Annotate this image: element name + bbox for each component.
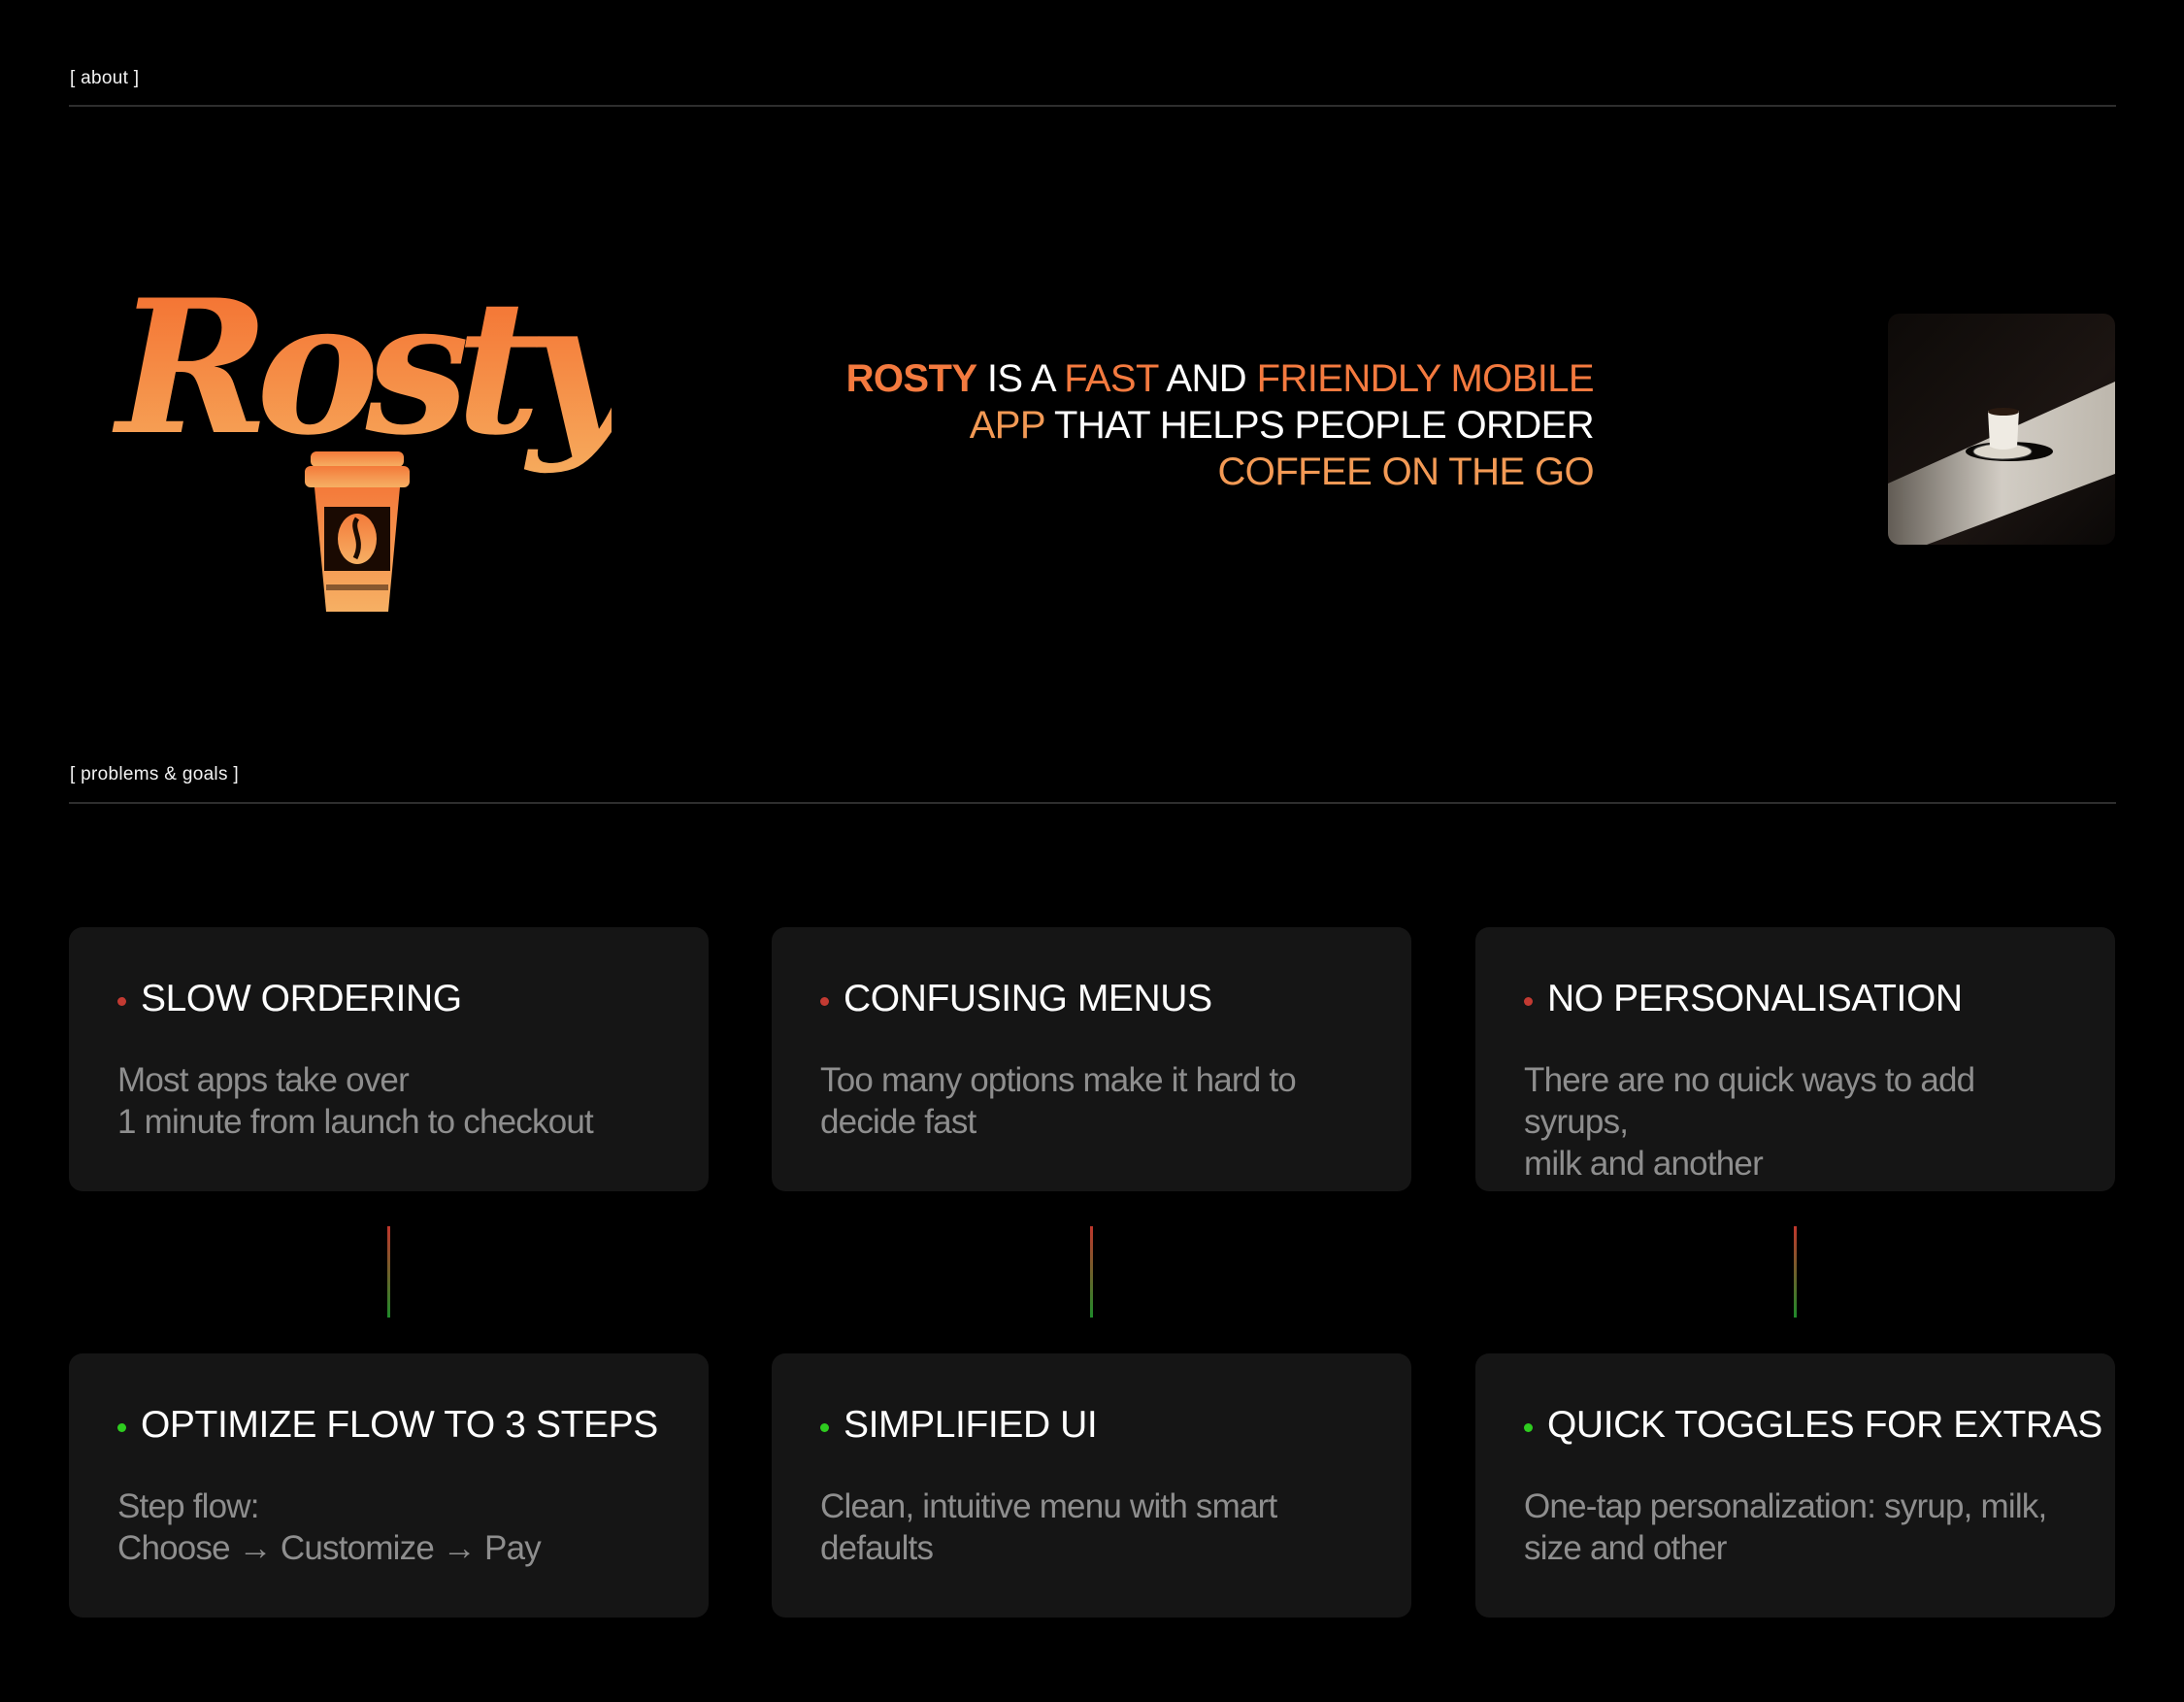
tagline-highlight: COFFEE ON THE GO (1217, 451, 1595, 493)
problem-dot-icon (117, 997, 126, 1006)
card-title: SIMPLIFIED UI (844, 1404, 1098, 1446)
tagline-text: IS A (976, 357, 1065, 400)
coffee-cup-photo (1888, 314, 2115, 545)
goal-card: QUICK TOGGLES FOR EXTRAS One-tap persona… (1475, 1353, 2115, 1618)
tagline-highlight: FAST (1064, 357, 1159, 400)
tagline-highlight: FRIENDLY MOBILE (1256, 357, 1595, 400)
about-divider (69, 105, 2116, 107)
card-description: One-tap personalization: syrup, milk, siz… (1524, 1487, 2047, 1567)
problems-goals-section-label: [ problems & goals ] (70, 764, 239, 784)
problem-dot-icon (820, 997, 829, 1006)
card-title: SLOW ORDERING (141, 978, 462, 1019)
goal-card: OPTIMIZE FLOW TO 3 STEPS Step flow: Choos… (69, 1353, 709, 1618)
problem-dot-icon (1524, 997, 1533, 1006)
card-description: There are no quick ways to add syrups, mi… (1524, 1061, 1975, 1183)
tagline-text: AND (1158, 357, 1257, 400)
goal-dot-icon (1524, 1423, 1533, 1432)
problem-card: NO PERSONALISATION There are no quick wa… (1475, 927, 2115, 1191)
about-section-label: [ about ] (70, 68, 140, 88)
tagline-text: THAT HELPS PEOPLE ORDER (1044, 404, 1595, 447)
goal-dot-icon (117, 1423, 126, 1432)
problem-card: CONFUSING MENUS Too many options make it… (772, 927, 1411, 1191)
problem-card: SLOW ORDERING Most apps take over 1 minut… (69, 927, 709, 1191)
problem-goal-connector (1090, 1226, 1093, 1318)
card-description: Most apps take over 1 minute from launch … (117, 1061, 594, 1141)
goal-card: SIMPLIFIED UI Clean, intuitive menu with… (772, 1353, 1411, 1618)
problem-goal-connector (387, 1226, 390, 1318)
about-tagline: ROSTY IS A FAST AND FRIENDLY MOBILE APP … (757, 355, 1595, 495)
svg-text:Rosty: Rosty (112, 259, 612, 476)
card-description: Step flow: Choose → Customize → Pay (117, 1487, 542, 1567)
rosty-logo: Rosty (107, 223, 661, 631)
card-title: OPTIMIZE FLOW TO 3 STEPS (141, 1404, 658, 1446)
tagline-highlight: APP (969, 404, 1045, 447)
problem-goal-connector (1794, 1226, 1797, 1318)
problems-goals-divider (69, 802, 2116, 804)
card-title: QUICK TOGGLES FOR EXTRAS (1547, 1404, 2102, 1446)
tagline-brand: ROSTY (845, 357, 977, 400)
goal-dot-icon (820, 1423, 829, 1432)
card-description: Too many options make it hard to decide f… (820, 1061, 1297, 1141)
card-title: CONFUSING MENUS (844, 978, 1212, 1019)
card-description: Clean, intuitive menu with smart defaults (820, 1487, 1277, 1567)
card-title: NO PERSONALISATION (1547, 978, 1963, 1019)
